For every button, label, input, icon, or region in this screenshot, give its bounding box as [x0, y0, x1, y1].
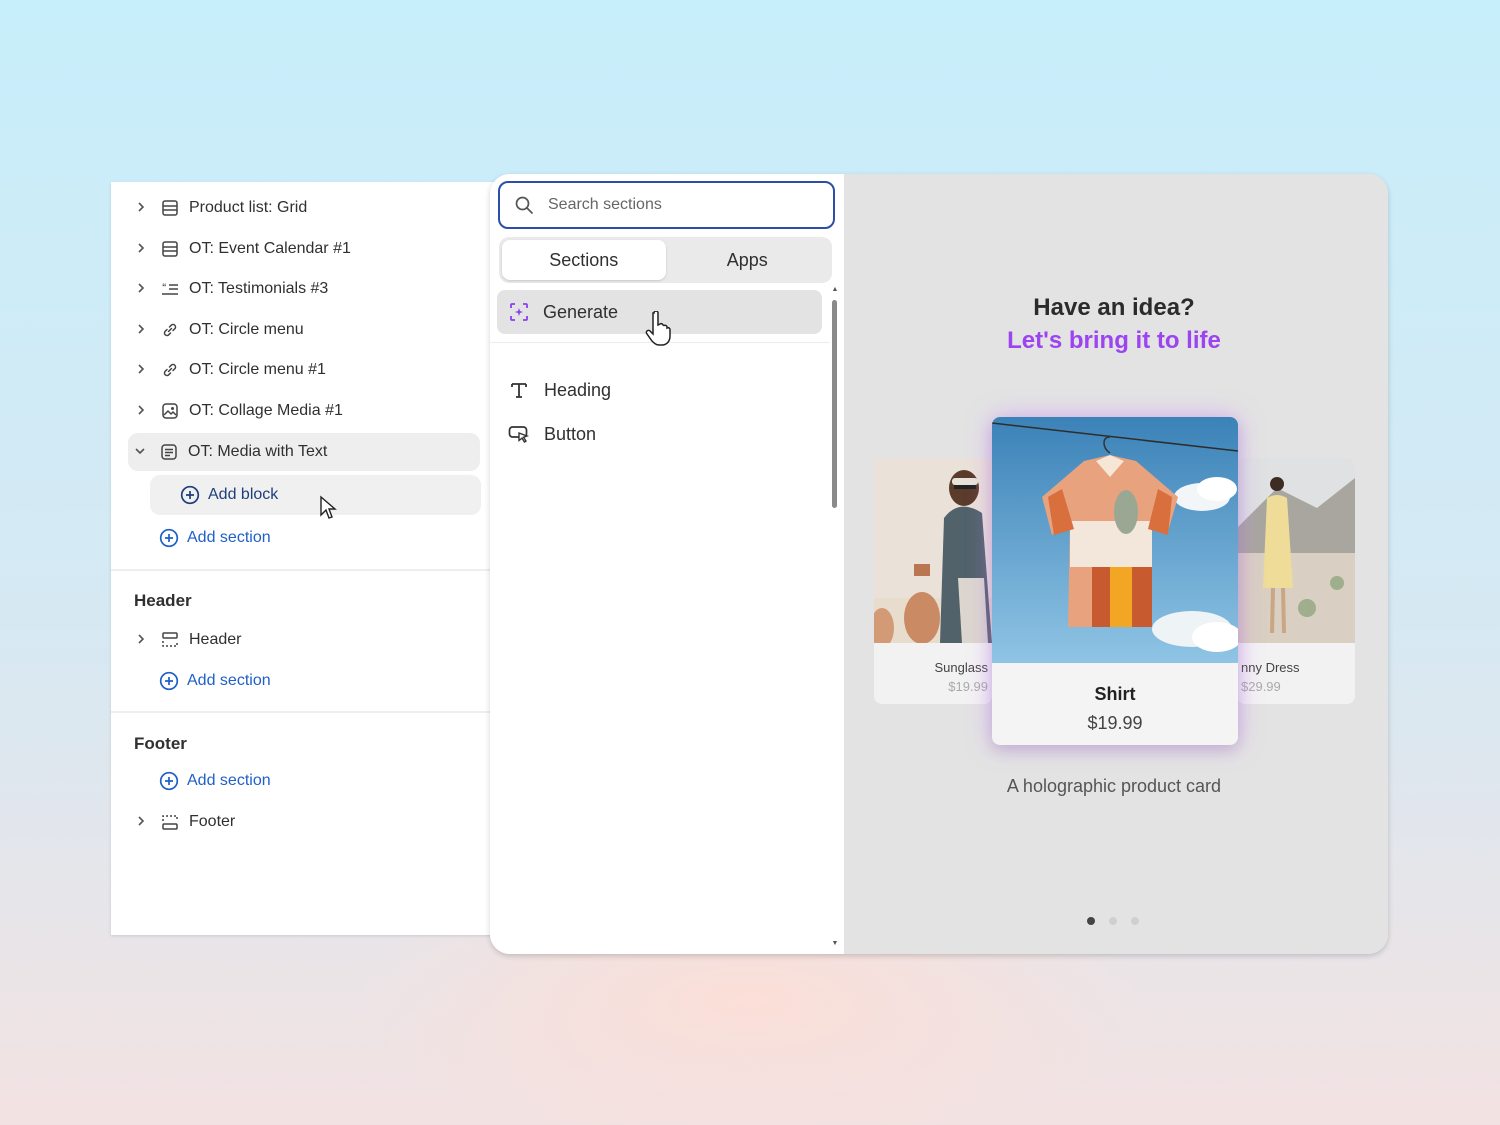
block-label: Button	[544, 423, 597, 444]
block-label: Heading	[544, 379, 612, 400]
product-card-right: nny Dress $29.99	[1237, 458, 1355, 704]
link-icon	[159, 319, 181, 341]
carousel-dots	[1087, 917, 1139, 925]
link-icon	[159, 359, 181, 381]
section-label: OT: Event Calendar #1	[189, 240, 351, 257]
section-item-footer[interactable]: Footer	[129, 804, 481, 840]
tab-sections[interactable]: Sections	[502, 240, 666, 280]
add-section-button-footer[interactable]: Add section	[159, 764, 271, 798]
section-item-media-with-text[interactable]: OT: Media with Text	[128, 433, 480, 471]
generate-preview-panel: Have an idea? Let's bring it to life Sun…	[844, 174, 1388, 954]
chevron-right-icon[interactable]	[129, 241, 153, 257]
search-icon	[515, 196, 533, 214]
add-section-label: Add section	[187, 672, 271, 689]
svg-text:“: “	[162, 282, 167, 292]
scrollbar-thumb[interactable]	[832, 300, 837, 508]
button-cursor-icon	[508, 423, 530, 445]
product-card-left: Sunglass $19.99	[874, 458, 992, 704]
scroll-down-arrow[interactable]: ▼	[831, 940, 839, 948]
product-image-shirt	[992, 417, 1238, 663]
group-divider	[111, 569, 506, 571]
block-heading[interactable]: Heading	[508, 373, 611, 407]
add-section-button-header[interactable]: Add section	[159, 664, 271, 698]
section-label: Footer	[189, 813, 236, 830]
plus-circle-icon	[159, 528, 179, 548]
plus-circle-icon	[180, 485, 200, 505]
product-name: nny Dress	[1241, 660, 1300, 675]
image-icon	[159, 400, 181, 422]
tab-apps[interactable]: Apps	[666, 240, 830, 280]
block-button[interactable]: Button	[508, 417, 596, 451]
search-input[interactable]	[548, 196, 808, 214]
generate-label: Generate	[543, 301, 619, 322]
plus-circle-icon	[159, 671, 179, 691]
product-image-dress	[1237, 458, 1355, 643]
carousel-dot[interactable]	[1131, 917, 1139, 925]
section-item-circle-menu[interactable]: OT: Circle menu	[129, 312, 481, 348]
testimonials-icon: “	[159, 278, 181, 300]
product-price: $19.99	[1087, 713, 1143, 733]
chevron-right-icon[interactable]	[129, 281, 153, 297]
product-name: Shirt	[1094, 684, 1136, 704]
add-section-label: Add section	[187, 529, 271, 546]
hand-pointer-cursor-icon	[645, 311, 671, 346]
preview-title: Have an idea?	[1033, 294, 1195, 321]
search-field[interactable]	[498, 181, 835, 229]
add-block-button[interactable]: Add block	[150, 475, 481, 515]
section-label: OT: Media with Text	[188, 443, 328, 460]
group-divider	[111, 711, 506, 713]
sections-sidebar: Product list: Grid OT: Event Calendar #1…	[111, 182, 506, 935]
section-item-header[interactable]: Header	[129, 622, 481, 658]
text-t-icon	[508, 379, 530, 401]
text-block-icon	[158, 441, 180, 463]
arrow-cursor-icon	[320, 495, 337, 519]
chevron-right-icon[interactable]	[129, 362, 153, 378]
product-image-sunglasses	[874, 458, 992, 648]
section-item-collage-media[interactable]: OT: Collage Media #1	[129, 393, 481, 429]
product-price: $19.99	[948, 679, 988, 694]
header-layout-icon	[159, 629, 181, 651]
section-label: Product list: Grid	[189, 199, 308, 216]
chevron-right-icon[interactable]	[129, 403, 153, 419]
section-label: OT: Circle menu	[189, 321, 304, 338]
preview-caption: A holographic product card	[1006, 776, 1222, 796]
chevron-right-icon[interactable]	[129, 814, 153, 830]
add-section-popover: Sections Apps Generate Heading Button ▲ …	[490, 174, 1388, 954]
section-label: OT: Testimonials #3	[189, 280, 329, 297]
carousel-dot[interactable]	[1087, 917, 1095, 925]
carousel-dot[interactable]	[1109, 917, 1117, 925]
section-item-circle-menu-1[interactable]: OT: Circle menu #1	[129, 352, 481, 388]
scroll-up-arrow[interactable]: ▲	[831, 286, 839, 294]
footer-group-title: Footer	[134, 734, 187, 753]
section-label: Header	[189, 631, 242, 648]
chevron-right-icon[interactable]	[129, 322, 153, 338]
chevron-right-icon[interactable]	[129, 632, 153, 648]
section-item-event-calendar[interactable]: OT: Event Calendar #1	[129, 231, 481, 267]
product-price: $29.99	[1241, 679, 1281, 694]
section-item-product-list[interactable]: Product list: Grid	[129, 190, 481, 226]
footer-layout-icon	[159, 811, 181, 833]
header-group-title: Header	[134, 591, 192, 610]
sparkle-frame-icon	[510, 303, 528, 321]
preview-subtitle: Let's bring it to life	[1007, 327, 1221, 354]
add-block-label: Add block	[208, 486, 279, 503]
picker-tabs: Sections Apps	[499, 237, 832, 283]
holographic-product-card[interactable]: Shirt $19.99	[992, 417, 1238, 745]
plus-circle-icon	[159, 771, 179, 791]
section-item-testimonials[interactable]: “ OT: Testimonials #3	[129, 271, 481, 307]
add-section-button[interactable]: Add section	[159, 521, 271, 555]
section-label: OT: Collage Media #1	[189, 402, 343, 419]
section-picker: Sections Apps Generate Heading Button ▲ …	[490, 174, 844, 954]
chevron-down-icon[interactable]	[128, 444, 152, 460]
add-section-label: Add section	[187, 772, 271, 789]
section-label: OT: Circle menu #1	[189, 361, 326, 378]
picker-scrollbar[interactable]: ▲ ▼	[831, 286, 839, 950]
chevron-right-icon[interactable]	[129, 200, 153, 216]
layout-grid-icon	[159, 197, 181, 219]
product-name: Sunglass	[934, 660, 988, 675]
layout-grid-icon	[159, 238, 181, 260]
